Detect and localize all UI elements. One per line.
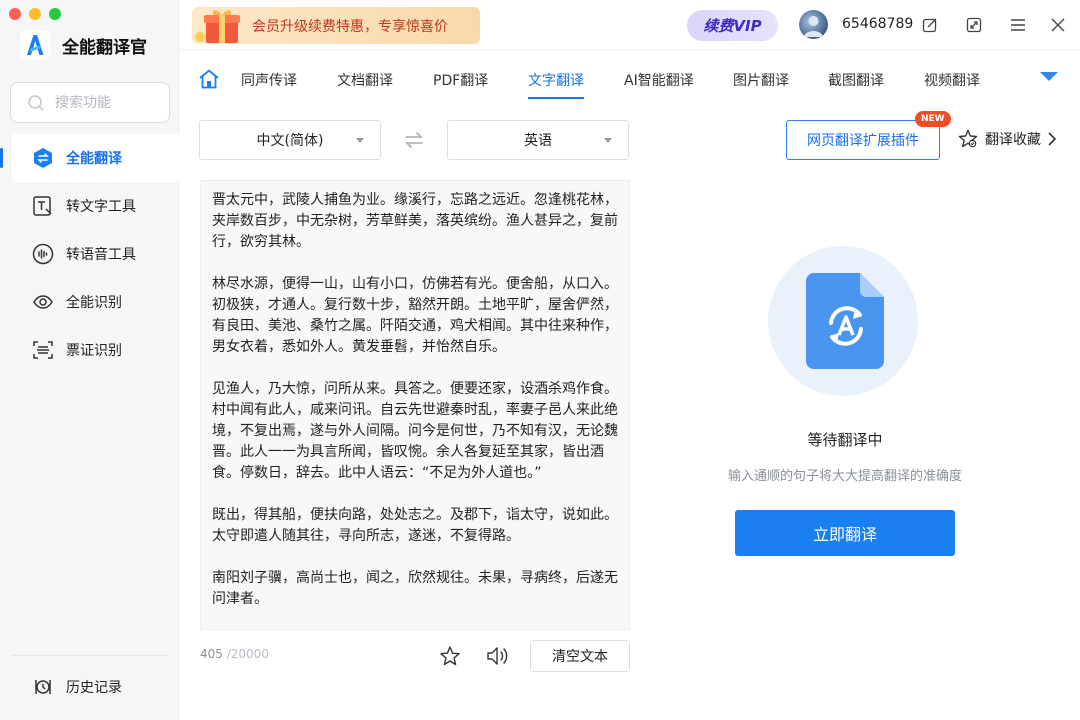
target-language-value: 英语 (524, 133, 552, 149)
sidebar-nav: 全能翻译 转文字工具 转语音工具 全能识别 票证识别 (0, 134, 180, 374)
source-text-area[interactable]: 晋太元中，武陵人捕鱼为业。缘溪行，忘路之远近。忽逢桃花林，夹岸数百步，中无杂树，… (200, 180, 630, 630)
more-tabs-chevron-icon[interactable] (1040, 72, 1058, 81)
avatar[interactable] (799, 10, 828, 39)
promo-text: 会员升级续费特惠，专享惊喜价 (252, 18, 448, 35)
speaker-icon[interactable] (486, 645, 510, 671)
sidebar-item-history[interactable]: 历史记录 (0, 663, 122, 711)
minimize-window-button[interactable] (29, 8, 41, 20)
search-box[interactable] (10, 82, 170, 123)
edit-icon[interactable] (920, 15, 940, 35)
sidebar-item-translate[interactable]: 全能翻译 (0, 134, 180, 182)
chevron-right-icon (1048, 132, 1057, 146)
source-paragraph: 既出，得其船，便扶向路，处处志之。及郡下，诣太守，说如此。太守即遣人随其往，寻向… (212, 507, 618, 544)
clear-text-button[interactable]: 清空文本 (530, 640, 630, 672)
close-icon[interactable] (1048, 15, 1068, 35)
character-limit: /20000 (226, 647, 269, 661)
tab-text[interactable]: 文字翻译 (528, 70, 584, 99)
avatar-image (804, 16, 823, 37)
sidebar: 全能翻译官 全能翻译 转文字工具 转语音工具 全能识 (0, 0, 180, 720)
history-icon (32, 676, 54, 698)
sidebar-item-label: 转语音工具 (66, 247, 136, 263)
chevron-down-icon (356, 138, 364, 143)
character-count: 405 (200, 647, 223, 661)
sidebar-divider (12, 655, 168, 656)
tab-ai[interactable]: AI智能翻译 (624, 70, 694, 90)
window-controls (9, 8, 61, 20)
sidebar-item-label: 票证识别 (66, 343, 122, 359)
sidebar-item-label: 全能识别 (66, 295, 122, 311)
source-language-select[interactable]: 中文(简体) (199, 120, 381, 160)
renew-vip-button[interactable]: 续费VIP (687, 10, 778, 41)
sidebar-item-recognition[interactable]: 全能识别 (0, 278, 180, 326)
target-language-select[interactable]: 英语 (447, 120, 629, 160)
sidebar-item-label: 历史记录 (66, 680, 122, 696)
translate-icon (32, 147, 54, 169)
source-language-value: 中文(简体) (256, 133, 324, 149)
brand: 全能翻译官 (20, 30, 147, 60)
username[interactable]: 65468789 (842, 16, 913, 32)
document-translate-icon (806, 273, 884, 369)
waiting-subtitle: 输入通顺的句子将大大提高翻译的准确度 (727, 469, 962, 484)
browser-extension-button[interactable]: 网页翻译扩展插件 (786, 120, 940, 160)
favorites-star-icon (958, 129, 978, 148)
app-name: 全能翻译官 (62, 37, 147, 58)
sidebar-item-text-tool[interactable]: 转文字工具 (0, 182, 180, 230)
source-paragraph: 见渔人，乃大惊，问所从来。具答之。便要还家，设酒杀鸡作食。村中闻有此人，咸来问讯… (212, 381, 618, 481)
close-window-button[interactable] (9, 8, 21, 20)
tab-document[interactable]: 文档翻译 (337, 70, 393, 90)
app-logo-icon (20, 30, 50, 60)
star-icon[interactable] (439, 645, 461, 671)
fullscreen-icon[interactable] (964, 15, 984, 35)
translate-now-button[interactable]: 立即翻译 (735, 510, 955, 556)
sidebar-item-ticket-recognition[interactable]: 票证识别 (0, 326, 180, 374)
zoom-window-button[interactable] (49, 8, 61, 20)
search-icon (28, 94, 44, 111)
tab-simultaneous[interactable]: 同声传译 (241, 70, 297, 90)
sidebar-item-label: 全能翻译 (66, 151, 122, 167)
menu-icon[interactable] (1008, 15, 1028, 35)
favorites-label: 翻译收藏 (985, 132, 1041, 148)
sidebar-item-label: 转文字工具 (66, 199, 136, 215)
promo-banner[interactable]: 会员升级续费特惠，专享惊喜价 (192, 7, 480, 44)
home-icon[interactable] (198, 69, 220, 93)
tab-pdf[interactable]: PDF翻译 (433, 70, 488, 90)
top-bar: 会员升级续费特惠，专享惊喜价 续费VIP 65468789 (180, 0, 1080, 50)
eye-icon (32, 291, 54, 313)
text-convert-icon (32, 195, 54, 217)
gift-icon (195, 10, 240, 43)
source-paragraph: 南阳刘子骥，高尚士也，闻之，欣然规往。未果，寻病终，后遂无问津者。 (212, 570, 618, 607)
source-paragraph: 林尽水源，便得一山，山有小口，仿佛若有光。便舍船，从口入。初极狭，才通人。复行数… (212, 276, 618, 355)
swap-languages-icon[interactable] (404, 130, 424, 154)
waiting-title: 等待翻译中 (807, 431, 883, 449)
search-input[interactable] (55, 94, 155, 111)
translation-favorites-link[interactable]: 翻译收藏 (957, 129, 1057, 149)
tab-image[interactable]: 图片翻译 (733, 70, 789, 90)
sidebar-item-voice-tool[interactable]: 转语音工具 (0, 230, 180, 278)
feature-tabs: 同声传译 文档翻译 PDF翻译 文字翻译 AI智能翻译 图片翻译 截图翻译 视频… (180, 50, 1080, 102)
character-counter: 405 /20000 (200, 647, 269, 661)
voice-wave-icon (32, 243, 54, 265)
source-paragraph: 晋太元中，武陵人捕鱼为业。缘溪行，忘路之远近。忽逢桃花林，夹岸数百步，中无杂树，… (212, 192, 618, 250)
tab-video[interactable]: 视频翻译 (924, 70, 980, 90)
chevron-down-icon (604, 138, 612, 143)
tab-screenshot[interactable]: 截图翻译 (828, 70, 884, 90)
scan-icon (32, 339, 54, 361)
new-badge: NEW (915, 111, 951, 127)
